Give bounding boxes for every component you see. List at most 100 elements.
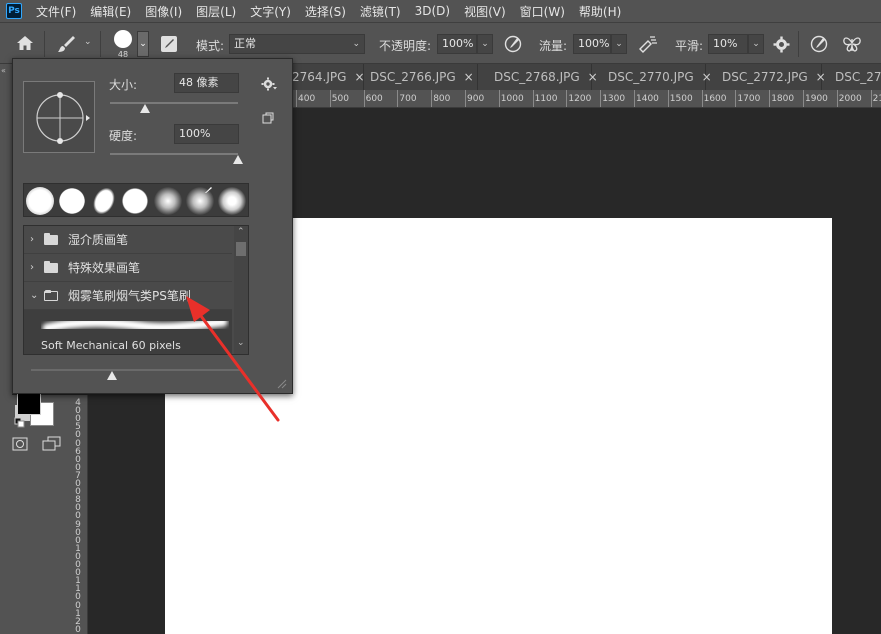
opacity-input[interactable]: 100% — [437, 34, 477, 54]
brush-tip-hard-round[interactable] — [121, 187, 149, 215]
hardness-slider-thumb[interactable] — [233, 155, 243, 164]
menu-file[interactable]: 文件(F) — [36, 3, 76, 20]
tools-panel: « — [0, 64, 12, 634]
menu-layer[interactable]: 图层(L) — [196, 3, 236, 20]
brush-settings-panel-icon[interactable] — [160, 35, 178, 53]
opacity-dropdown[interactable]: ⌄ — [477, 34, 493, 54]
ruler-label: 1600 — [703, 94, 727, 104]
chevron-down-icon[interactable]: ⌄ — [30, 290, 44, 301]
smoothing-input[interactable]: 10% — [708, 34, 748, 54]
ruler-label: 1100 — [534, 94, 558, 104]
brush-tool-icon[interactable] — [57, 34, 77, 54]
close-icon[interactable]: × — [354, 70, 364, 84]
screen-mode-icon[interactable] — [42, 436, 62, 452]
brush-folder-special-effects[interactable]: › 特殊效果画笔 — [24, 254, 232, 282]
chevron-down-icon: ⌄ — [352, 39, 360, 49]
ruler-label: 900 — [467, 94, 485, 104]
brush-tip-soft-round[interactable] — [218, 187, 246, 215]
smoothing-dropdown[interactable]: ⌄ — [748, 34, 764, 54]
gear-icon[interactable] — [773, 36, 790, 53]
size-slider-thumb[interactable] — [139, 104, 150, 113]
scroll-up-icon[interactable]: ⌃ — [237, 227, 245, 237]
mode-select[interactable]: 正常 ⌄ — [229, 34, 365, 54]
brush-folder-wet-media[interactable]: › 湿介质画笔 — [24, 226, 232, 254]
menu-filter[interactable]: 滤镜(T) — [360, 3, 401, 20]
size-slider[interactable] — [110, 102, 238, 104]
menu-edit[interactable]: 编辑(E) — [90, 3, 131, 20]
ruler-label: 1200 — [568, 94, 592, 104]
ruler-tick — [397, 90, 399, 107]
ruler-tick — [870, 90, 872, 107]
menu-select[interactable]: 选择(S) — [305, 3, 346, 20]
home-icon[interactable] — [16, 35, 34, 51]
brush-roundness-dial[interactable] — [24, 82, 96, 154]
ruler-label: 2000 — [838, 94, 862, 104]
pressure-opacity-icon[interactable] — [504, 35, 522, 53]
chevron-right-icon[interactable]: › — [30, 262, 44, 273]
tab-document[interactable]: 2764.JPG × — [290, 64, 365, 90]
folder-icon — [44, 260, 58, 273]
ruler-label: 600 — [365, 94, 383, 104]
size-label: 大小: — [109, 78, 138, 92]
mode-label: 模式: — [196, 39, 225, 53]
ruler-label: 1700 — [737, 94, 761, 104]
brush-tip-preview[interactable] — [114, 30, 132, 48]
ruler-tick — [803, 90, 804, 107]
brush-picker-dropdown[interactable]: ⌄ — [137, 31, 149, 57]
ruler-tick — [532, 90, 534, 107]
hardness-slider[interactable] — [110, 153, 238, 155]
ruler-label: 1900 — [805, 94, 828, 104]
menu-image[interactable]: 图像(I) — [145, 3, 182, 20]
ruler-label: 700 — [399, 94, 417, 104]
flow-input[interactable]: 100% — [573, 34, 611, 54]
photoshop-logo: Ps — [6, 3, 22, 19]
brush-angle-preview[interactable] — [23, 81, 95, 153]
collapse-arrows-icon[interactable]: « — [1, 66, 6, 75]
chevron-right-icon[interactable]: › — [30, 234, 44, 245]
tools-panel-lower — [12, 391, 70, 634]
ruler-label: 1400 — [636, 94, 659, 104]
tab-document[interactable]: DSC_2766.JPG × — [364, 64, 478, 90]
scrollbar-thumb[interactable] — [236, 242, 246, 256]
default-colors-icon[interactable] — [14, 417, 26, 429]
menu-window[interactable]: 窗口(W) — [520, 3, 565, 20]
brush-tip-hard-round[interactable] — [26, 187, 54, 215]
chevron-down-icon[interactable]: ⌄ — [84, 37, 92, 47]
close-icon[interactable]: × — [464, 70, 474, 84]
hardness-input[interactable]: 100% — [174, 124, 239, 144]
tab-document[interactable]: DSC_2772.JPG × — [706, 64, 826, 90]
new-preset-icon[interactable] — [262, 112, 274, 124]
menu-type[interactable]: 文字(Y) — [250, 3, 291, 20]
menu-view[interactable]: 视图(V) — [464, 3, 506, 20]
preview-size-slider-thumb[interactable] — [107, 371, 117, 380]
ruler-label: 1300 — [602, 94, 626, 104]
tab-document[interactable]: DSC_2768.JPG × — [478, 64, 598, 90]
menu-3d[interactable]: 3D(D) — [415, 4, 450, 18]
ruler-tick — [431, 90, 433, 107]
menu-help[interactable]: 帮助(H) — [579, 3, 621, 20]
ruler-label: 1800 — [771, 94, 795, 104]
ruler-tick — [769, 90, 771, 107]
tab-document[interactable]: DSC_277 — [822, 64, 881, 90]
quick-mask-icon[interactable] — [12, 437, 28, 451]
brush-tip-angled[interactable] — [89, 184, 119, 218]
annotation-arrow — [186, 296, 280, 422]
airbrush-icon[interactable] — [638, 35, 658, 53]
ruler-tick — [735, 90, 737, 107]
brush-tip-soft-round[interactable] — [154, 187, 182, 215]
size-input[interactable]: 48 像素 — [174, 73, 239, 93]
ruler-tick — [600, 90, 602, 107]
gear-icon[interactable] — [261, 77, 277, 91]
tab-document[interactable]: DSC_2770.JPG × — [592, 64, 712, 90]
opacity-label: 不透明度: — [379, 39, 432, 53]
flow-dropdown[interactable]: ⌄ — [611, 34, 627, 54]
ruler-tick — [634, 90, 635, 107]
ruler-tick — [836, 90, 838, 107]
vertical-ruler: 40050060070080090010001100120 — [70, 395, 88, 634]
symmetry-butterfly-icon[interactable] — [842, 34, 862, 54]
pressure-size-icon[interactable] — [810, 35, 828, 53]
ruler-tick — [363, 90, 365, 107]
brush-tip-hard-round[interactable] — [58, 187, 86, 215]
document-tabs: 2764.JPG × DSC_2766.JPG × DSC_2768.JPG × DS… — [290, 64, 881, 90]
foreground-color-swatch[interactable] — [17, 391, 41, 415]
